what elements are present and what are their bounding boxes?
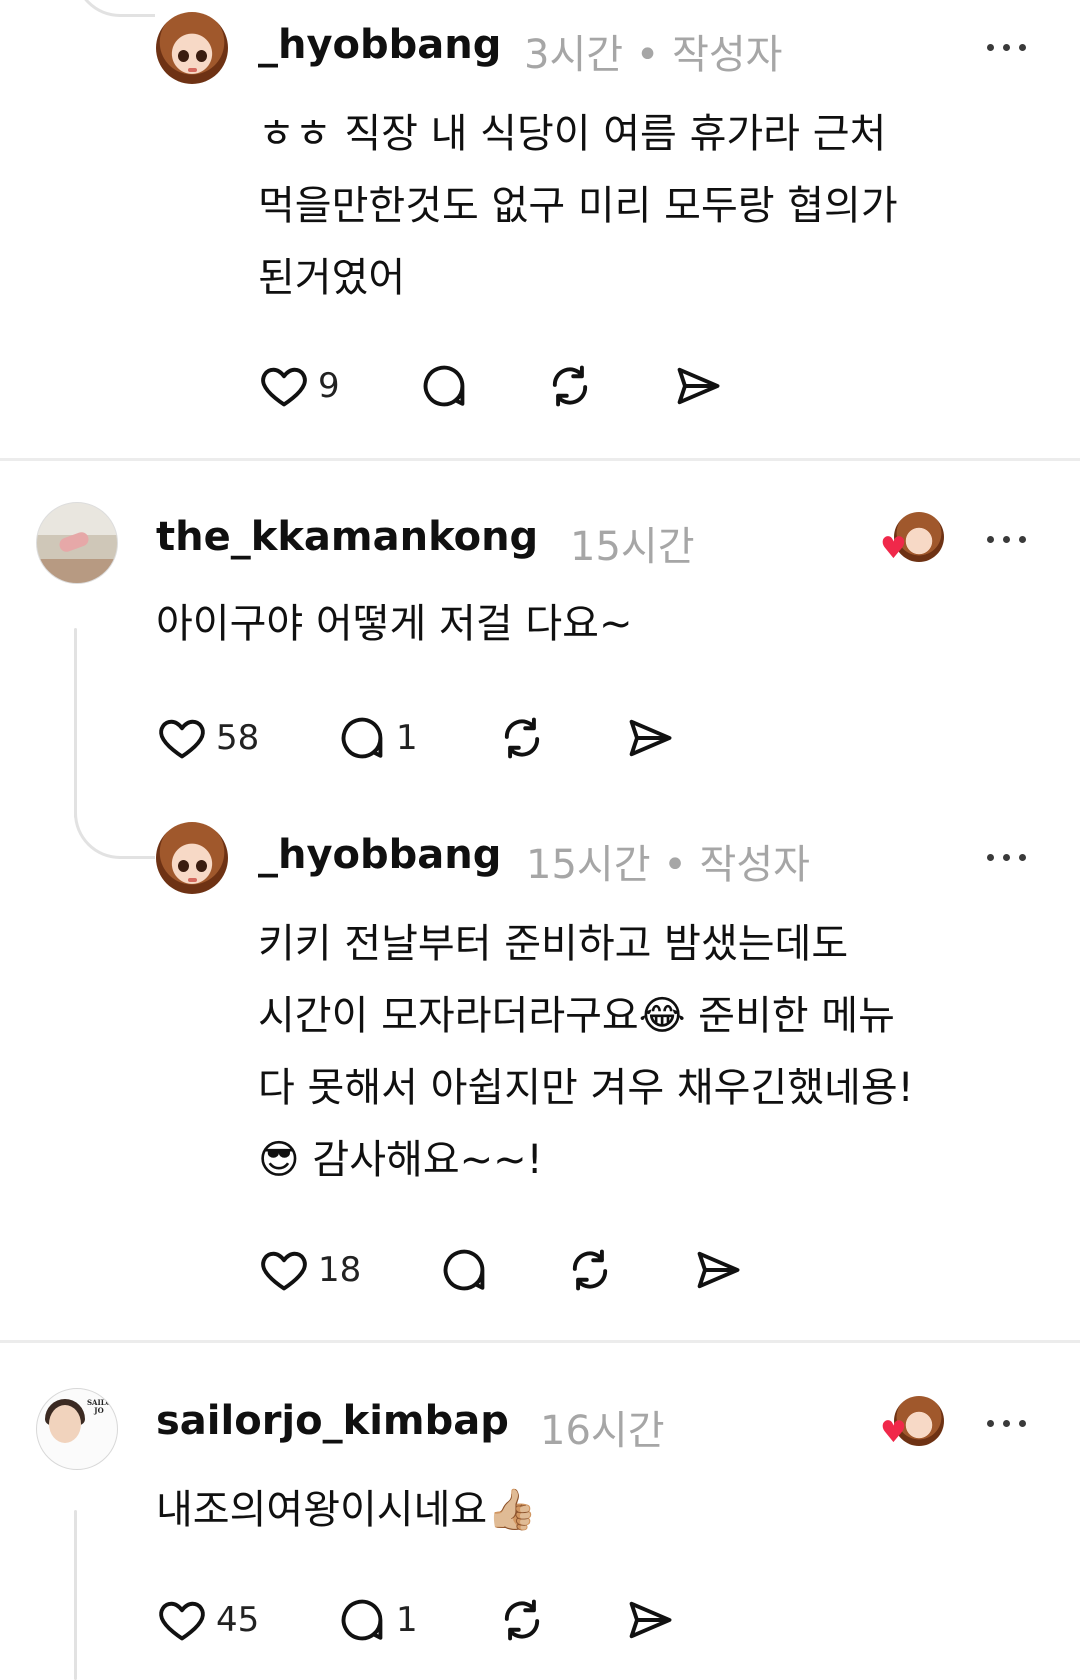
username[interactable]: _hyobbang <box>258 22 501 68</box>
post-text-line: 시간이 모자라더라구요😂 준비한 메뉴 <box>258 993 895 1039</box>
post-meta: 15시간 • 작성자 <box>526 842 810 888</box>
heart-icon <box>159 1601 205 1641</box>
author-liked-badge: ♥ <box>880 1396 946 1462</box>
repost-icon <box>572 1249 608 1291</box>
comment-button[interactable] <box>418 358 470 414</box>
reply-post: _hyobbang 3시간 • 작성자 ㅎㅎ 직장 내 식당이 여름 휴가라 근… <box>0 0 1080 460</box>
post-text-line: 다 못해서 아쉽지만 겨우 채우긴했네용! <box>258 1065 914 1111</box>
comment-icon <box>423 365 465 407</box>
post-text-line: 먹을만한것도 없구 미리 모두랑 협의가 <box>258 183 898 229</box>
divider <box>0 1340 1080 1343</box>
thread-curve <box>74 800 155 859</box>
post-meta: 3시간 • 작성자 <box>524 32 783 78</box>
like-button[interactable]: 9 <box>258 358 340 414</box>
share-button[interactable] <box>624 710 676 766</box>
comment-icon <box>341 1599 383 1641</box>
share-icon <box>677 367 720 405</box>
like-button[interactable]: 18 <box>258 1242 361 1298</box>
avatar[interactable] <box>36 502 118 584</box>
avatar[interactable] <box>156 12 228 84</box>
thread-line <box>74 628 77 818</box>
post-meta: 16시간 <box>540 1408 665 1454</box>
post-text-line: 키키 전날부터 준비하고 밤샜는데도 <box>258 921 849 967</box>
repost-icon <box>504 717 540 759</box>
action-bar: 58 1 <box>156 710 696 766</box>
heart-icon <box>261 367 307 407</box>
thread-line <box>74 1510 77 1680</box>
username[interactable]: _hyobbang <box>258 832 501 878</box>
like-button[interactable]: 58 <box>156 710 259 766</box>
username[interactable]: sailorjo_kimbap <box>156 1398 509 1444</box>
reply-count: 1 <box>396 1600 418 1640</box>
action-bar: 45 1 <box>156 1592 696 1648</box>
repost-button[interactable] <box>496 710 548 766</box>
more-options-icon[interactable] <box>985 524 1045 554</box>
share-icon <box>629 719 672 757</box>
share-icon <box>697 1251 740 1289</box>
post-text-line: 😎 감사해요~~! <box>258 1137 543 1183</box>
like-button[interactable]: 45 <box>156 1592 259 1648</box>
share-button[interactable] <box>624 1592 676 1648</box>
avatar[interactable]: SAILOR JO <box>36 1388 118 1470</box>
heart-icon: ♥ <box>880 531 907 566</box>
post-text-line: 된거였어 <box>258 255 406 301</box>
post-text-line: 내조의여왕이시네요👍🏼 <box>156 1487 538 1533</box>
heart-icon <box>159 719 205 759</box>
heart-icon: ♥ <box>880 1415 907 1450</box>
share-button[interactable] <box>672 358 724 414</box>
share-button[interactable] <box>692 1242 744 1298</box>
post-text-line: 아이구야 어떻게 저걸 다요~ <box>156 601 633 647</box>
heart-icon <box>261 1251 307 1291</box>
more-options-icon[interactable] <box>985 1408 1045 1438</box>
repost-button[interactable] <box>564 1242 616 1298</box>
repost-icon <box>552 365 588 407</box>
reply-count: 1 <box>396 718 418 758</box>
more-options-icon[interactable] <box>985 842 1045 872</box>
avatar-logo: SAILOR JO <box>87 1398 118 1415</box>
comment-icon <box>443 1249 485 1291</box>
post-meta: 15시간 <box>570 524 695 570</box>
avatar[interactable] <box>156 822 228 894</box>
username[interactable]: the_kkamankong <box>156 514 538 560</box>
like-count: 58 <box>216 718 260 758</box>
post-text-line: ㅎㅎ 직장 내 식당이 여름 휴가라 근처 <box>258 111 887 157</box>
more-options-icon[interactable] <box>985 32 1045 62</box>
comment-button[interactable]: 1 <box>336 1592 418 1648</box>
share-icon <box>629 1601 672 1639</box>
like-count: 18 <box>318 1250 362 1290</box>
repost-icon <box>504 1599 540 1641</box>
repost-button[interactable] <box>544 358 596 414</box>
comment-icon <box>341 717 383 759</box>
action-bar: 9 <box>258 358 758 414</box>
comment-button[interactable] <box>438 1242 490 1298</box>
divider <box>0 458 1080 461</box>
author-liked-badge: ♥ <box>880 512 946 578</box>
like-count: 45 <box>216 1600 260 1640</box>
comment-button[interactable]: 1 <box>336 710 418 766</box>
repost-button[interactable] <box>496 1592 548 1648</box>
like-count: 9 <box>318 366 340 406</box>
action-bar: 18 <box>258 1242 758 1298</box>
